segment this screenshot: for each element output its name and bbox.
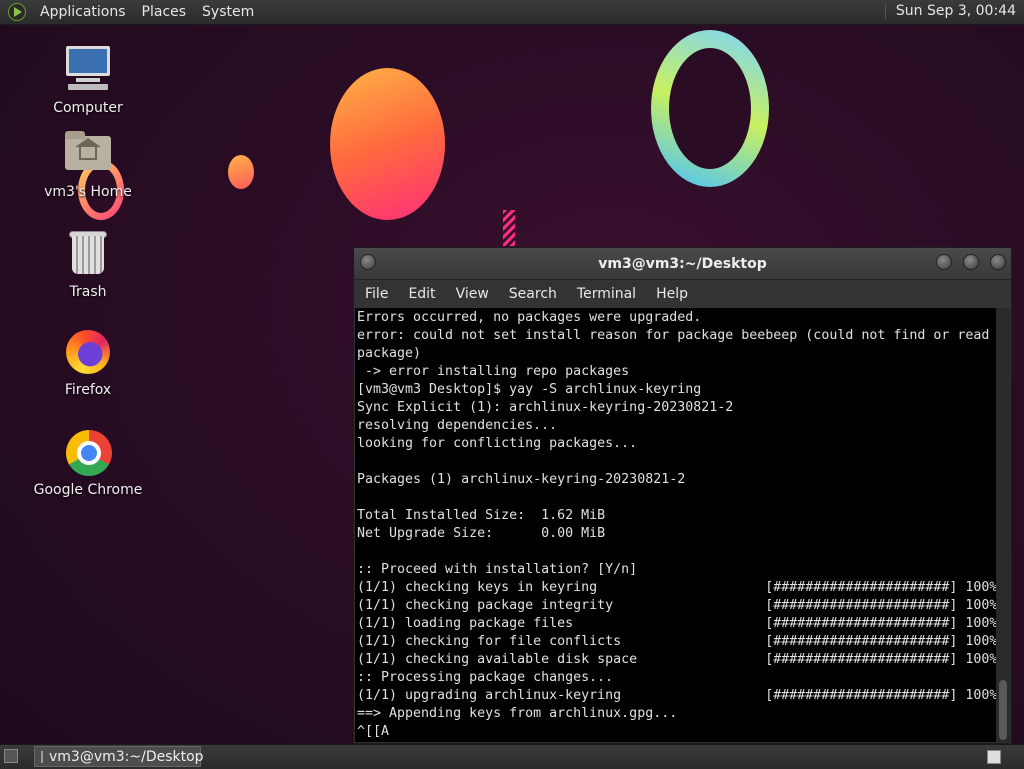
desktop-icon-label: Google Chrome — [33, 482, 143, 498]
wallpaper-small-ellipse — [228, 155, 254, 189]
trash-icon — [62, 228, 114, 280]
menu-places[interactable]: Places — [134, 4, 195, 20]
desktop-icon-trash[interactable]: Trash — [28, 228, 148, 300]
terminal-line: [vm3@vm3 Desktop]$ yay -S archlinux-keyr… — [357, 382, 702, 397]
distro-logo-icon[interactable] — [8, 3, 26, 21]
wallpaper-green-ring — [651, 30, 769, 187]
workspace-switcher[interactable] — [987, 750, 1001, 764]
terminal-icon — [41, 750, 43, 763]
terminal-line: resolving dependencies... — [357, 418, 558, 433]
wallpaper-orange-ellipse — [330, 68, 445, 220]
terminal-line: (1/1) checking keys in keyring [########… — [357, 580, 996, 595]
terminal-line: Errors occurred, no packages were upgrad… — [357, 310, 702, 325]
terminal-line: (1/1) checking available disk space [###… — [357, 652, 996, 667]
terminal-line: error: could not set install reason for … — [357, 328, 990, 343]
desktop-icon-label: Computer — [53, 100, 123, 116]
desktop-icon-label: Trash — [69, 284, 107, 300]
menu-system[interactable]: System — [194, 4, 262, 20]
terminal-line: :: Processing package changes... — [357, 670, 614, 685]
terminal-line: (1/1) checking package integrity [######… — [357, 598, 996, 613]
chrome-icon — [62, 426, 114, 478]
terminal-line: Sync Explicit (1): archlinux-keyring-202… — [357, 400, 734, 415]
computer-icon — [62, 44, 114, 96]
terminal-line: Total Installed Size: 1.62 MiB — [357, 508, 606, 523]
menu-help[interactable]: Help — [646, 286, 698, 302]
terminal-scrollbar[interactable] — [996, 308, 1010, 742]
terminal-line: Net Upgrade Size: 0.00 MiB — [357, 526, 606, 541]
menu-file[interactable]: File — [354, 286, 398, 302]
desktop-icon-computer[interactable]: Computer — [28, 44, 148, 116]
terminal-line: (1/1) upgrading archlinux-keyring [#####… — [357, 688, 996, 703]
clock[interactable]: Sun Sep 3, 00:44 — [884, 3, 1020, 19]
terminal-line: Packages (1) archlinux-keyring-20230821-… — [357, 472, 686, 487]
window-title: vm3@vm3:~/Desktop — [598, 256, 767, 272]
minimize-icon[interactable] — [936, 254, 952, 270]
bottom-panel: vm3@vm3:~/Desktop — [0, 744, 1024, 769]
menu-view[interactable]: View — [446, 286, 499, 302]
show-desktop-icon[interactable] — [4, 749, 18, 763]
home-folder-icon — [62, 128, 114, 180]
terminal-line: (1/1) checking for file conflicts [#####… — [357, 634, 996, 649]
menu-search[interactable]: Search — [499, 286, 567, 302]
maximize-icon[interactable] — [963, 254, 979, 270]
desktop-icon-label: Firefox — [64, 382, 112, 398]
terminal-line: looking for conflicting packages... — [357, 436, 638, 451]
terminal-line: ^[[A — [357, 724, 390, 739]
terminal-output[interactable]: Errors occurred, no packages were upgrad… — [355, 308, 996, 742]
terminal-line: -> error installing repo packages — [357, 364, 630, 379]
desktop-icon-home[interactable]: vm3's Home — [28, 128, 148, 200]
top-panel: Applications Places System Sun Sep 3, 00… — [0, 0, 1024, 25]
desktop-icon-label: vm3's Home — [44, 184, 132, 200]
menu-applications[interactable]: Applications — [32, 4, 134, 20]
window-titlebar[interactable]: vm3@vm3:~/Desktop — [354, 248, 1011, 280]
taskbar-item-label: vm3@vm3:~/Desktop — [49, 748, 204, 765]
terminal-window[interactable]: vm3@vm3:~/Desktop File Edit View Search … — [353, 247, 1012, 744]
menu-terminal[interactable]: Terminal — [567, 286, 646, 302]
desktop-icon-chrome[interactable]: Google Chrome — [28, 426, 148, 498]
close-icon[interactable] — [990, 254, 1006, 270]
taskbar-item-terminal[interactable]: vm3@vm3:~/Desktop — [34, 746, 204, 767]
terminal-line: (1/1) loading package files [###########… — [357, 616, 996, 631]
desktop-icon-firefox[interactable]: Firefox — [28, 326, 148, 398]
wallpaper-streak — [503, 210, 515, 246]
scrollbar-thumb[interactable] — [999, 680, 1007, 740]
firefox-icon — [62, 326, 114, 378]
menu-edit[interactable]: Edit — [398, 286, 445, 302]
terminal-line: ==> Appending keys from archlinux.gpg... — [357, 706, 678, 721]
terminal-text: Errors occurred, no packages were upgrad… — [355, 308, 996, 741]
terminal-line: package) — [357, 346, 422, 361]
terminal-menubar: File Edit View Search Terminal Help — [354, 280, 1011, 308]
terminal-line: :: Proceed with installation? [Y/n] — [357, 562, 638, 577]
